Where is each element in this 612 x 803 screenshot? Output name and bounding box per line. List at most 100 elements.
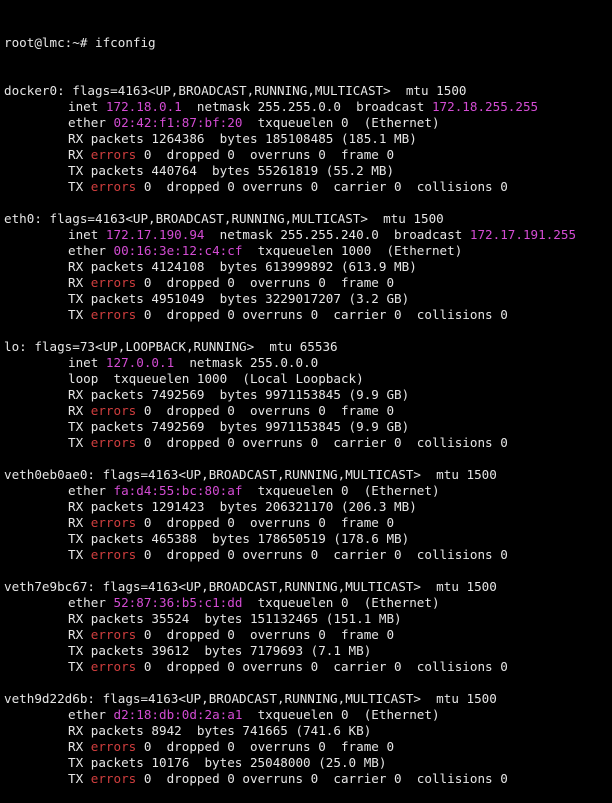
interface-detail-line: TX packets 465388 bytes 178650519 (178.6… bbox=[4, 531, 610, 547]
text-segment: RX packets 7492569 bytes 9971153845 (9.9… bbox=[68, 387, 410, 402]
interface-detail-line: ether 02:42:f1:87:bf:20 txqueuelen 0 (Et… bbox=[4, 115, 610, 131]
interface-detail-line: RX errors 0 dropped 0 overruns 0 frame 0 bbox=[4, 627, 610, 643]
address-value: 172.18.255.255 bbox=[431, 99, 539, 114]
text-segment: txqueuelen 0 (Ethernet) bbox=[242, 115, 440, 130]
interface-detail-line: RX errors 0 dropped 0 overruns 0 frame 0 bbox=[4, 147, 610, 163]
interface-detail-line: RX errors 0 dropped 0 overruns 0 frame 0 bbox=[4, 275, 610, 291]
text-segment: 0 dropped 0 overruns 0 carrier 0 collisi… bbox=[136, 547, 508, 562]
text-segment: RX bbox=[68, 739, 91, 754]
interface-detail-line: RX errors 0 dropped 0 overruns 0 frame 0 bbox=[4, 515, 610, 531]
errors-keyword: errors bbox=[90, 403, 137, 418]
command-prompt-line: root@lmc:~# ifconfig bbox=[4, 35, 156, 50]
text-segment: TX bbox=[68, 179, 91, 194]
address-value: 52:87:36:b5:c1:dd bbox=[113, 595, 243, 610]
interface-detail-line: inet 172.18.0.1 netmask 255.255.0.0 broa… bbox=[4, 99, 610, 115]
text-segment: TX packets 4951049 bytes 3229017207 (3.2… bbox=[68, 291, 410, 306]
interface-detail-line: TX errors 0 dropped 0 overruns 0 carrier… bbox=[4, 179, 610, 195]
interface-detail-line: TX errors 0 dropped 0 overruns 0 carrier… bbox=[4, 307, 610, 323]
text-segment: RX bbox=[68, 275, 91, 290]
interface-detail-line: ether fa:d4:55:bc:80:af txqueuelen 0 (Et… bbox=[4, 483, 610, 499]
errors-keyword: errors bbox=[90, 275, 137, 290]
text-segment: TX bbox=[68, 307, 91, 322]
text-segment: TX packets 440764 bytes 55261819 (55.2 M… bbox=[68, 163, 395, 178]
errors-keyword: errors bbox=[90, 515, 137, 530]
text-segment: RX packets 1264386 bytes 185108485 (185.… bbox=[68, 131, 417, 146]
interface-header: lo: flags=73<UP,LOOPBACK,RUNNING> mtu 65… bbox=[4, 339, 338, 354]
text-segment: TX bbox=[68, 547, 91, 562]
interface-detail-line: RX packets 1264386 bytes 185108485 (185.… bbox=[4, 131, 610, 147]
address-value: 127.0.0.1 bbox=[105, 355, 175, 370]
errors-keyword: errors bbox=[90, 179, 137, 194]
interface-header: eth0: flags=4163<UP,BROADCAST,RUNNING,MU… bbox=[4, 211, 444, 226]
text-segment: txqueuelen 0 (Ethernet) bbox=[242, 595, 440, 610]
text-segment: RX bbox=[68, 403, 91, 418]
text-segment: 0 dropped 0 overruns 0 frame 0 bbox=[136, 275, 395, 290]
text-segment: 0 dropped 0 overruns 0 frame 0 bbox=[136, 739, 395, 754]
text-segment: 0 dropped 0 overruns 0 frame 0 bbox=[136, 627, 395, 642]
text-segment: txqueuelen 0 (Ethernet) bbox=[242, 707, 440, 722]
interface-detail-line: TX packets 10176 bytes 25048000 (25.0 MB… bbox=[4, 755, 610, 771]
text-segment: TX packets 465388 bytes 178650519 (178.6… bbox=[68, 531, 410, 546]
text-segment: 0 dropped 0 overruns 0 carrier 0 collisi… bbox=[136, 307, 508, 322]
text-segment: ether bbox=[68, 707, 114, 722]
errors-keyword: errors bbox=[90, 307, 137, 322]
text-segment: RX bbox=[68, 627, 91, 642]
terminal-output[interactable]: root@lmc:~# ifconfig docker0: flags=4163… bbox=[4, 3, 610, 803]
interface-detail-line: TX errors 0 dropped 0 overruns 0 carrier… bbox=[4, 547, 610, 563]
interface-detail-line: ether 00:16:3e:12:c4:cf txqueuelen 1000 … bbox=[4, 243, 610, 259]
errors-keyword: errors bbox=[90, 547, 137, 562]
text-segment: RX bbox=[68, 515, 91, 530]
interface-block: docker0: flags=4163<UP,BROADCAST,RUNNING… bbox=[4, 83, 610, 211]
errors-keyword: errors bbox=[90, 435, 137, 450]
address-value: 00:16:3e:12:c4:cf bbox=[113, 243, 243, 258]
text-segment: 0 dropped 0 overruns 0 carrier 0 collisi… bbox=[136, 659, 508, 674]
text-segment: 0 dropped 0 overruns 0 carrier 0 collisi… bbox=[136, 771, 508, 786]
text-segment: netmask 255.0.0.0 bbox=[174, 355, 319, 370]
text-segment: ether bbox=[68, 483, 114, 498]
text-segment: TX packets 7492569 bytes 9971153845 (9.9… bbox=[68, 419, 410, 434]
address-value: 172.18.0.1 bbox=[105, 99, 182, 114]
interface-detail-line: TX errors 0 dropped 0 overruns 0 carrier… bbox=[4, 659, 610, 675]
interface-detail-line: loop txqueuelen 1000 (Local Loopback) bbox=[4, 371, 610, 387]
address-value: 02:42:f1:87:bf:20 bbox=[113, 115, 243, 130]
text-segment: 0 dropped 0 overruns 0 carrier 0 collisi… bbox=[136, 179, 508, 194]
interface-detail-line: RX errors 0 dropped 0 overruns 0 frame 0 bbox=[4, 739, 610, 755]
interface-block: lo: flags=73<UP,LOOPBACK,RUNNING> mtu 65… bbox=[4, 339, 610, 467]
text-segment: TX bbox=[68, 435, 91, 450]
errors-keyword: errors bbox=[90, 771, 137, 786]
text-segment: TX packets 39612 bytes 7179693 (7.1 MB) bbox=[68, 643, 372, 658]
interface-detail-line: TX packets 440764 bytes 55261819 (55.2 M… bbox=[4, 163, 610, 179]
interface-block: eth0: flags=4163<UP,BROADCAST,RUNNING,MU… bbox=[4, 211, 610, 339]
interface-detail-line: ether d2:18:db:0d:2a:a1 txqueuelen 0 (Et… bbox=[4, 707, 610, 723]
text-segment: inet bbox=[68, 355, 106, 370]
errors-keyword: errors bbox=[90, 627, 137, 642]
text-segment: TX packets 10176 bytes 25048000 (25.0 MB… bbox=[68, 755, 387, 770]
interface-detail-line: TX packets 39612 bytes 7179693 (7.1 MB) bbox=[4, 643, 610, 659]
interface-detail-line: RX packets 4124108 bytes 613999892 (613.… bbox=[4, 259, 610, 275]
text-segment: RX packets 4124108 bytes 613999892 (613.… bbox=[68, 259, 417, 274]
text-segment: TX bbox=[68, 771, 91, 786]
interface-block: veth7e9bc67: flags=4163<UP,BROADCAST,RUN… bbox=[4, 579, 610, 691]
text-segment: 0 dropped 0 overruns 0 frame 0 bbox=[136, 403, 395, 418]
text-segment: ether bbox=[68, 595, 114, 610]
text-segment: txqueuelen 0 (Ethernet) bbox=[242, 483, 440, 498]
interface-detail-line: ether 52:87:36:b5:c1:dd txqueuelen 0 (Et… bbox=[4, 595, 610, 611]
interface-detail-line: TX packets 4951049 bytes 3229017207 (3.2… bbox=[4, 291, 610, 307]
text-segment: txqueuelen 1000 (Ethernet) bbox=[242, 243, 463, 258]
text-segment: 0 dropped 0 overruns 0 carrier 0 collisi… bbox=[136, 435, 508, 450]
errors-keyword: errors bbox=[90, 147, 137, 162]
text-segment: inet bbox=[68, 99, 106, 114]
text-segment: RX packets 35524 bytes 151132465 (151.1 … bbox=[68, 611, 402, 626]
interface-detail-line: inet 127.0.0.1 netmask 255.0.0.0 bbox=[4, 355, 610, 371]
interface-header: veth9d22d6b: flags=4163<UP,BROADCAST,RUN… bbox=[4, 691, 497, 706]
interface-header: veth0eb0ae0: flags=4163<UP,BROADCAST,RUN… bbox=[4, 467, 497, 482]
errors-keyword: errors bbox=[90, 659, 137, 674]
interface-detail-line: TX errors 0 dropped 0 overruns 0 carrier… bbox=[4, 771, 610, 787]
interface-list: docker0: flags=4163<UP,BROADCAST,RUNNING… bbox=[4, 83, 610, 787]
address-value: fa:d4:55:bc:80:af bbox=[113, 483, 243, 498]
text-segment: RX packets 1291423 bytes 206321170 (206.… bbox=[68, 499, 417, 514]
